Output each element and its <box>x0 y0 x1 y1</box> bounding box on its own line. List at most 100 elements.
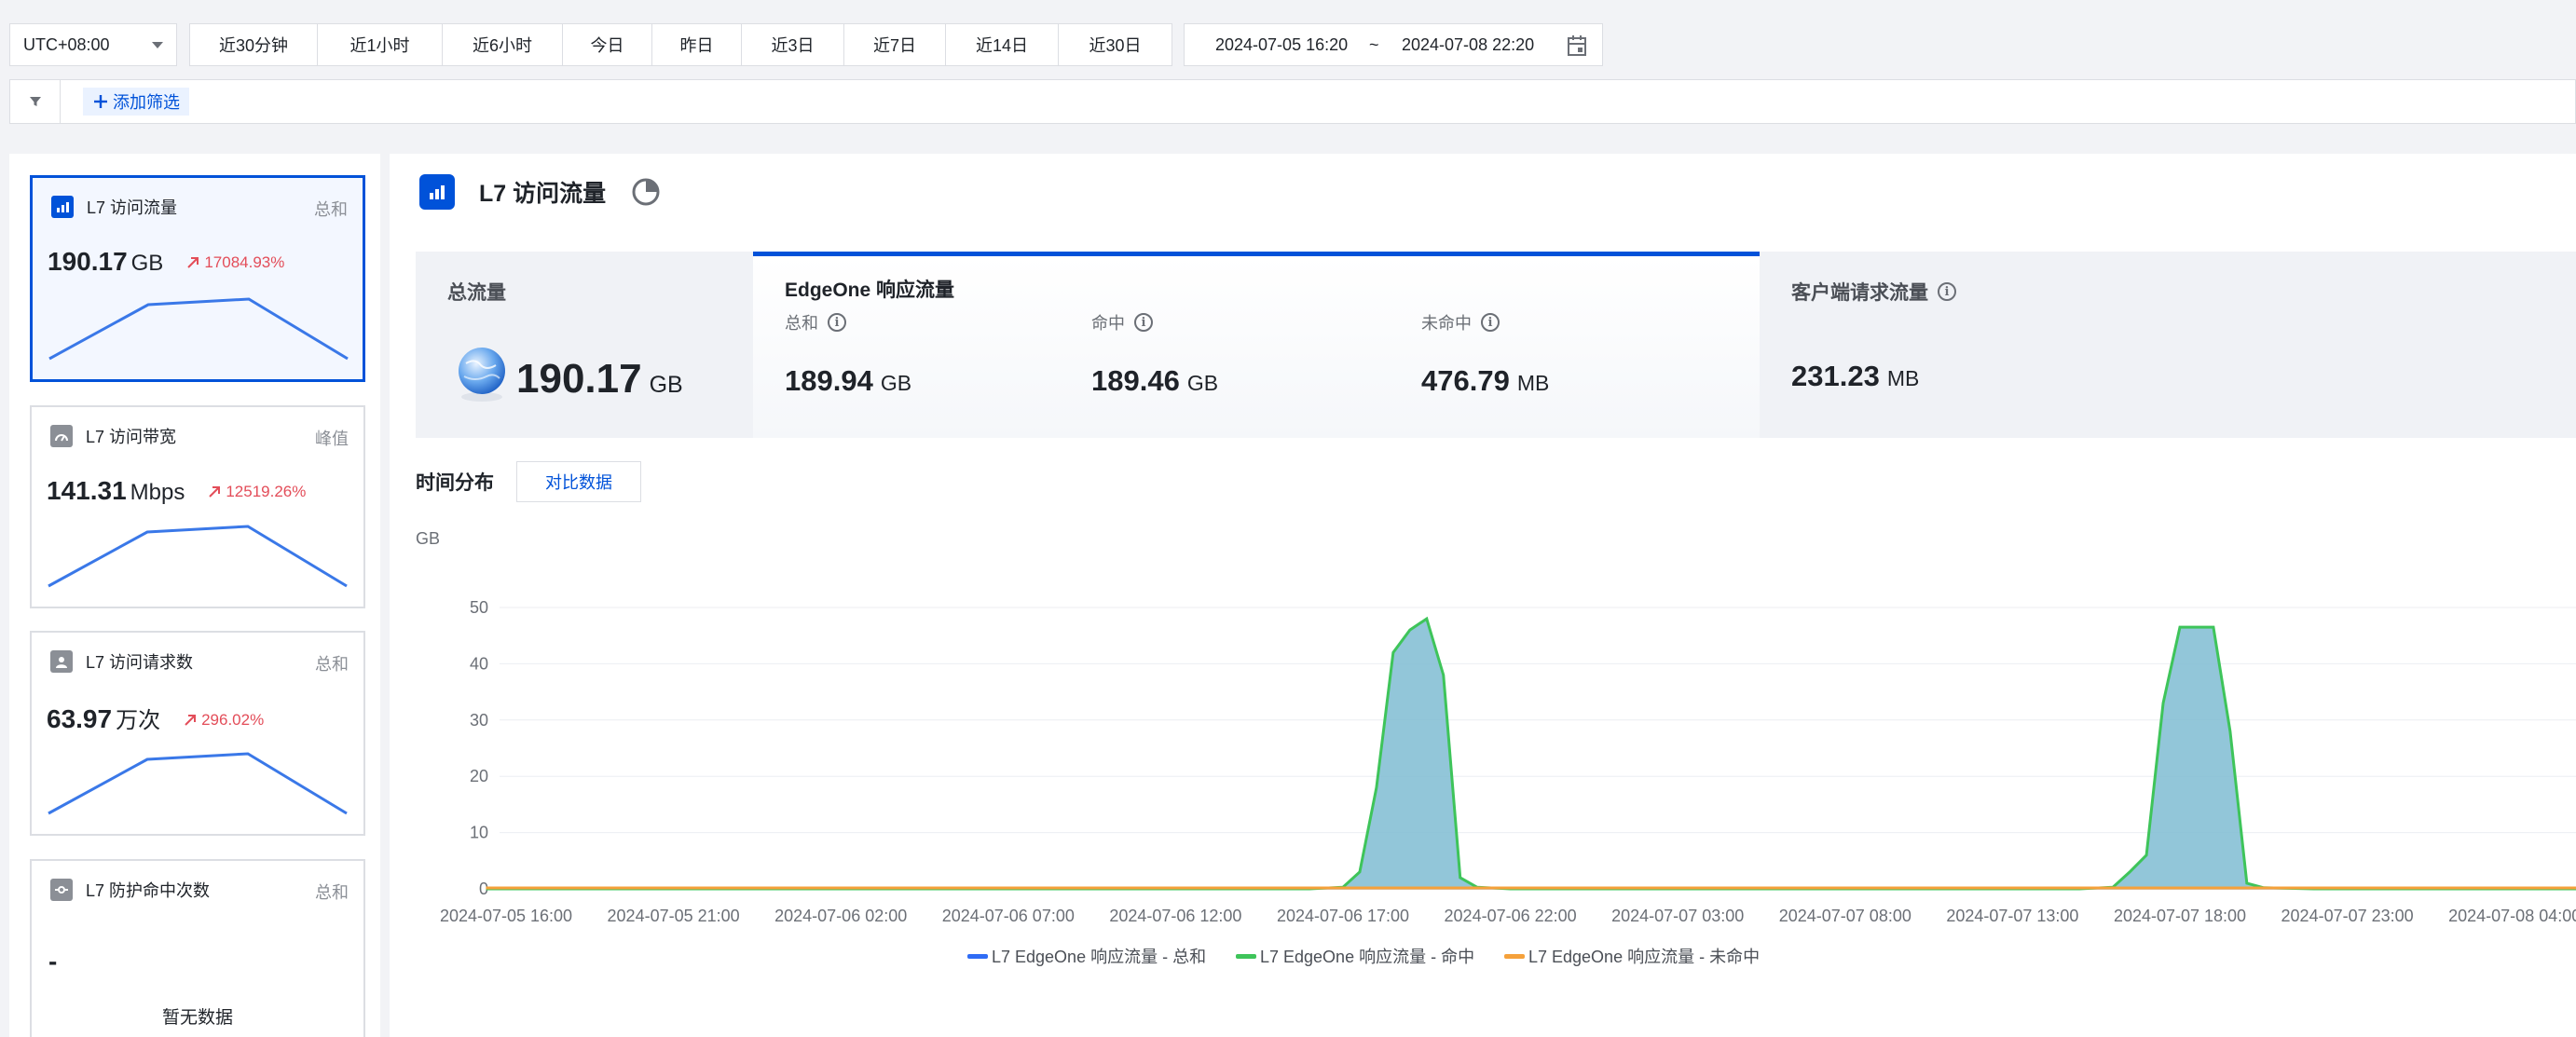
info-icon[interactable]: i <box>1134 313 1153 332</box>
edgeone-total-value: 189.94 <box>785 364 873 397</box>
metric-value: 63.97 <box>47 704 113 733</box>
sparkline <box>48 752 348 815</box>
x-tick-label: 2024-07-07 23:00 <box>2281 907 2414 925</box>
legend-entry: L7 EdgeOne 响应流量 - 总和 <box>992 948 1206 966</box>
range-30d-button[interactable]: 近30日 <box>1059 24 1172 65</box>
range-7d-button[interactable]: 近7日 <box>844 24 946 65</box>
client-request-traffic-block[interactable]: 客户端请求流量 i 231.23 MB <box>1760 252 2576 438</box>
metric-sidebar: L7 访问流量 总和 190.17 GB 17084.93% L7 访问带宽 峰… <box>9 154 380 1037</box>
compare-data-button[interactable]: 对比数据 <box>516 461 641 502</box>
metric-change: 296.02% <box>201 711 265 729</box>
arrow-up-right-icon <box>187 257 199 268</box>
x-tick-label: 2024-07-05 16:00 <box>440 907 572 925</box>
metric-value: - <box>48 947 58 976</box>
chart-canvas: GB010203040502024-07-05 16:00 2024-07-05 … <box>416 529 2576 966</box>
legend-swatch <box>1504 954 1525 959</box>
x-tick-label: 2024-07-07 03:00 <box>1611 907 1744 925</box>
traffic-panel: L7 访问流量 总流量 190.17 GB EdgeOne 响应流量 总和 i … <box>390 154 2576 1037</box>
y-tick-label: 50 <box>470 598 488 617</box>
legend-entry: L7 EdgeOne 响应流量 - 命中 <box>1260 948 1474 966</box>
edgeone-traffic-block[interactable]: EdgeOne 响应流量 总和 i 189.94 GB 命中 i 189.46 … <box>753 252 1760 438</box>
metric-aggregation: 总和 <box>315 655 349 674</box>
total-traffic-value: 190.17 <box>516 356 642 402</box>
metric-card-l7-traffic[interactable]: L7 访问流量 总和 190.17 GB 17084.93% <box>30 175 365 382</box>
metric-title: L7 防护命中次数 <box>86 881 211 900</box>
range-1h-button[interactable]: 近1小时 <box>318 24 443 65</box>
timezone-value: UTC+08:00 <box>23 34 110 54</box>
x-tick-label: 2024-07-08 04:00 <box>2448 907 2576 925</box>
info-icon[interactable]: i <box>1938 282 1956 301</box>
metric-title: L7 访问请求数 <box>86 653 194 672</box>
filter-toggle[interactable] <box>10 80 61 123</box>
metric-unit: Mbps <box>130 480 185 505</box>
metric-aggregation: 峰值 <box>315 430 349 448</box>
filter-bar: 添加筛选 <box>9 79 2576 124</box>
metric-card-l7-protection-hits[interactable]: L7 防护命中次数 总和 - 暂无数据 <box>30 859 365 1037</box>
total-traffic-block[interactable]: 总流量 190.17 GB <box>416 252 753 438</box>
series-line-hit <box>486 616 2576 891</box>
calendar-icon[interactable] <box>1567 34 1587 57</box>
add-filter-label: 添加筛选 <box>113 93 180 112</box>
pie-chart-icon[interactable] <box>630 176 662 208</box>
bar-chart-icon <box>51 196 74 218</box>
metric-value: 190.17 <box>48 247 128 276</box>
plus-icon <box>94 95 107 108</box>
sparkline <box>48 297 349 361</box>
metric-aggregation: 总和 <box>314 200 348 219</box>
range-6h-button[interactable]: 近6小时 <box>443 24 563 65</box>
empty-state: 暂无数据 <box>161 1008 233 1028</box>
client-traffic-title: 客户端请求流量 <box>1791 282 1928 304</box>
metric-title: L7 访问带宽 <box>86 428 177 446</box>
timezone-select[interactable]: UTC+08:00 <box>9 23 177 66</box>
time-distribution-chart: GB 0 10 20 30 40 50 2024-07-05 16:00 2024-07-05 … <box>390 526 2576 1037</box>
range-3d-button[interactable]: 近3日 <box>742 24 844 65</box>
total-traffic-unit: GB <box>649 372 683 398</box>
edgeone-hit-value: 189.46 <box>1091 364 1180 397</box>
metric-card-l7-requests[interactable]: L7 访问请求数 总和 63.97 万次 296.02% <box>30 631 365 836</box>
bar-chart-icon <box>419 174 455 210</box>
edgeone-hit-unit: GB <box>1186 371 1219 395</box>
arrow-up-right-icon <box>209 486 221 498</box>
legend-swatch <box>1236 954 1256 959</box>
metric-value: 141.31 <box>47 476 127 505</box>
edgeone-hit-label: 命中 <box>1091 314 1125 333</box>
y-tick-label: 20 <box>470 767 488 785</box>
y-tick-label: 40 <box>470 654 488 673</box>
shield-icon <box>50 879 73 901</box>
x-tick-label: 2024-07-06 07:00 <box>942 907 1075 925</box>
edgeone-miss-unit: MB <box>1516 371 1550 395</box>
time-distribution-title: 时间分布 <box>416 472 494 494</box>
y-tick-label: 30 <box>470 711 488 730</box>
edgeone-total-unit: GB <box>880 371 912 395</box>
x-tick-label: 2024-07-06 12:00 <box>1109 907 1241 925</box>
x-tick-label: 2024-07-07 13:00 <box>1946 907 2078 925</box>
range-today-button[interactable]: 今日 <box>563 24 652 65</box>
arrow-up-right-icon <box>185 715 197 726</box>
y-axis-unit: GB <box>416 529 440 548</box>
x-tick-label: 2024-07-07 08:00 <box>1779 907 1911 925</box>
x-tick-label: 2024-07-07 18:00 <box>2114 907 2246 925</box>
metric-unit: GB <box>130 251 164 276</box>
add-filter-button[interactable]: 添加筛选 <box>83 88 189 116</box>
x-tick-label: 2024-07-06 17:00 <box>1277 907 1409 925</box>
traffic-summary: 总流量 190.17 GB EdgeOne 响应流量 总和 i 189.94 G… <box>416 252 2576 438</box>
edgeone-traffic-title: EdgeOne 响应流量 <box>785 280 955 301</box>
info-icon[interactable]: i <box>828 313 846 332</box>
x-tick-label: 2024-07-06 02:00 <box>774 907 907 925</box>
date-start: 2024-07-05 16:20 <box>1215 34 1349 54</box>
metric-title: L7 访问流量 <box>87 198 178 217</box>
y-tick-label: 10 <box>470 824 488 842</box>
metric-unit: 万次 <box>116 708 161 733</box>
info-icon[interactable]: i <box>1481 313 1500 332</box>
metric-change: 17084.93% <box>204 253 285 271</box>
x-tick-label: 2024-07-05 21:00 <box>608 907 740 925</box>
x-tick-label: 2024-07-06 22:00 <box>1445 907 1577 925</box>
metric-card-l7-bandwidth[interactable]: L7 访问带宽 峰值 141.31 Mbps 12519.26% <box>30 405 365 608</box>
edgeone-miss-value: 476.79 <box>1421 364 1510 397</box>
range-30min-button[interactable]: 近30分钟 <box>190 24 318 65</box>
sparkline <box>48 525 348 588</box>
legend-swatch <box>967 954 988 959</box>
range-14d-button[interactable]: 近14日 <box>946 24 1059 65</box>
range-yesterday-button[interactable]: 昨日 <box>652 24 742 65</box>
date-range-picker[interactable]: 2024-07-05 16:20 ~ 2024-07-08 22:20 <box>1184 23 1603 66</box>
